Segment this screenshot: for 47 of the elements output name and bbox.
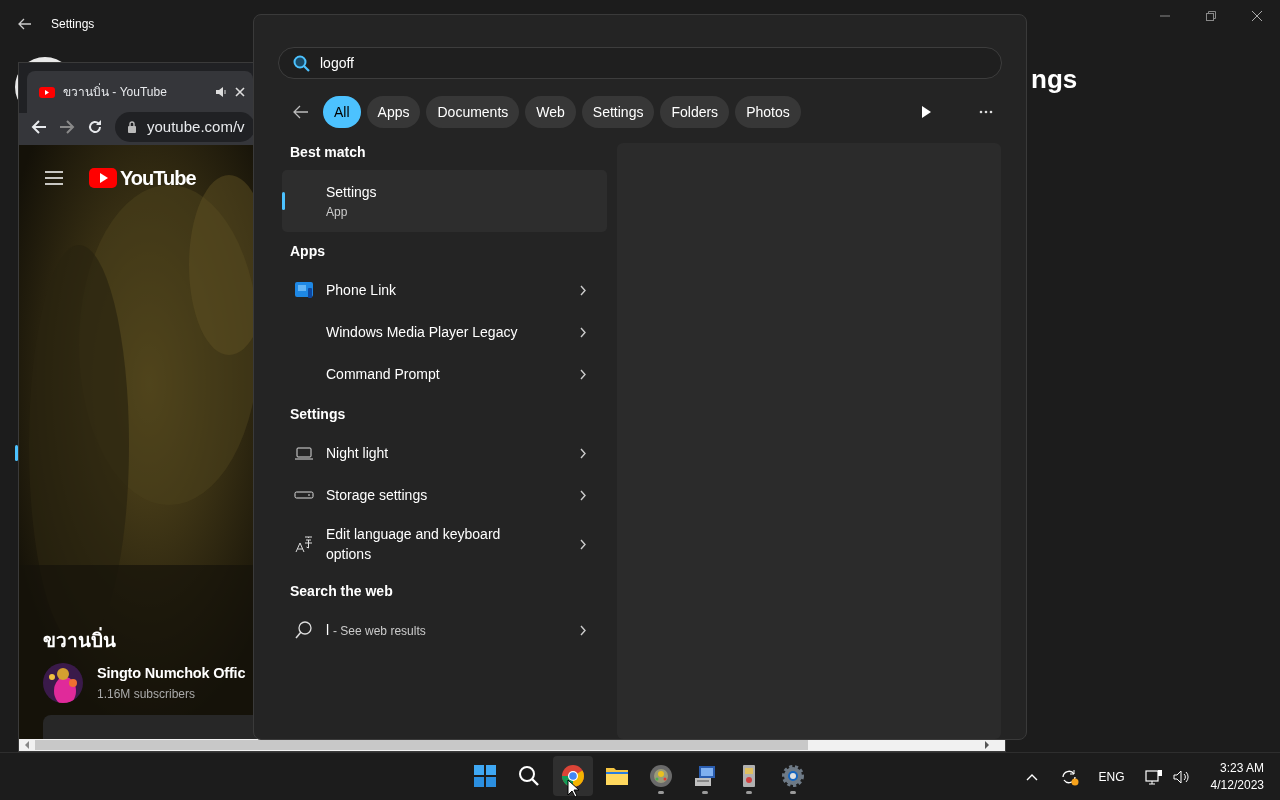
sync-icon[interactable] — [1059, 768, 1079, 786]
scroll-right-icon[interactable] — [984, 741, 990, 749]
scrollbar-thumb[interactable] — [35, 740, 808, 750]
back-icon[interactable] — [292, 105, 309, 119]
filter-tab[interactable]: Settings — [581, 96, 655, 128]
more-icon — [979, 110, 993, 114]
speaker-icon[interactable] — [215, 86, 227, 98]
cursor-icon — [567, 779, 580, 798]
back-icon[interactable] — [17, 18, 32, 30]
computer-icon — [693, 764, 717, 788]
restore-icon — [1206, 11, 1216, 21]
close-icon — [1252, 11, 1262, 21]
taskbar-button[interactable] — [553, 756, 593, 796]
lock-icon — [127, 121, 137, 133]
language-indicator[interactable]: ENG — [1098, 768, 1125, 786]
forward-icon[interactable] — [59, 119, 75, 135]
search-input[interactable]: logoff — [320, 52, 1001, 74]
scroll-left-icon[interactable] — [24, 741, 30, 749]
clock-time[interactable]: 3:23 AM — [1210, 760, 1264, 777]
network-icon[interactable] — [1144, 769, 1163, 785]
filter-tab[interactable]: Documents — [426, 96, 520, 128]
close-icon[interactable] — [235, 87, 245, 97]
clock-date[interactable]: 4/12/2023 — [1210, 777, 1264, 794]
gear-icon — [781, 764, 805, 788]
nav-indicator — [15, 445, 18, 461]
volume-icon[interactable] — [1172, 769, 1189, 785]
play-icon — [921, 106, 931, 118]
page-heading: ngs — [1031, 63, 1078, 96]
running-indicator — [790, 791, 796, 794]
reload-icon[interactable] — [87, 119, 103, 135]
running-indicator — [658, 791, 664, 794]
disc-icon — [649, 764, 673, 788]
filter-tab[interactable]: Folders — [660, 96, 730, 128]
address-bar[interactable]: youtube.com/v — [115, 112, 255, 142]
search-icon — [517, 764, 541, 788]
window-title: Settings — [51, 16, 95, 33]
tab-title: ขวานบิ่น - YouTube — [63, 83, 168, 101]
search-icon — [293, 54, 310, 72]
windows-icon — [473, 764, 497, 788]
running-indicator — [746, 791, 752, 794]
running-indicator — [702, 791, 708, 794]
filter-tab[interactable]: Apps — [366, 96, 421, 128]
filter-tab[interactable]: Photos — [735, 96, 801, 128]
filter-tab[interactable]: Web — [525, 96, 576, 128]
search-field[interactable]: logoff — [278, 47, 1002, 79]
filter-tab[interactable]: All — [323, 96, 361, 128]
chevron-up-icon[interactable] — [1025, 773, 1038, 781]
